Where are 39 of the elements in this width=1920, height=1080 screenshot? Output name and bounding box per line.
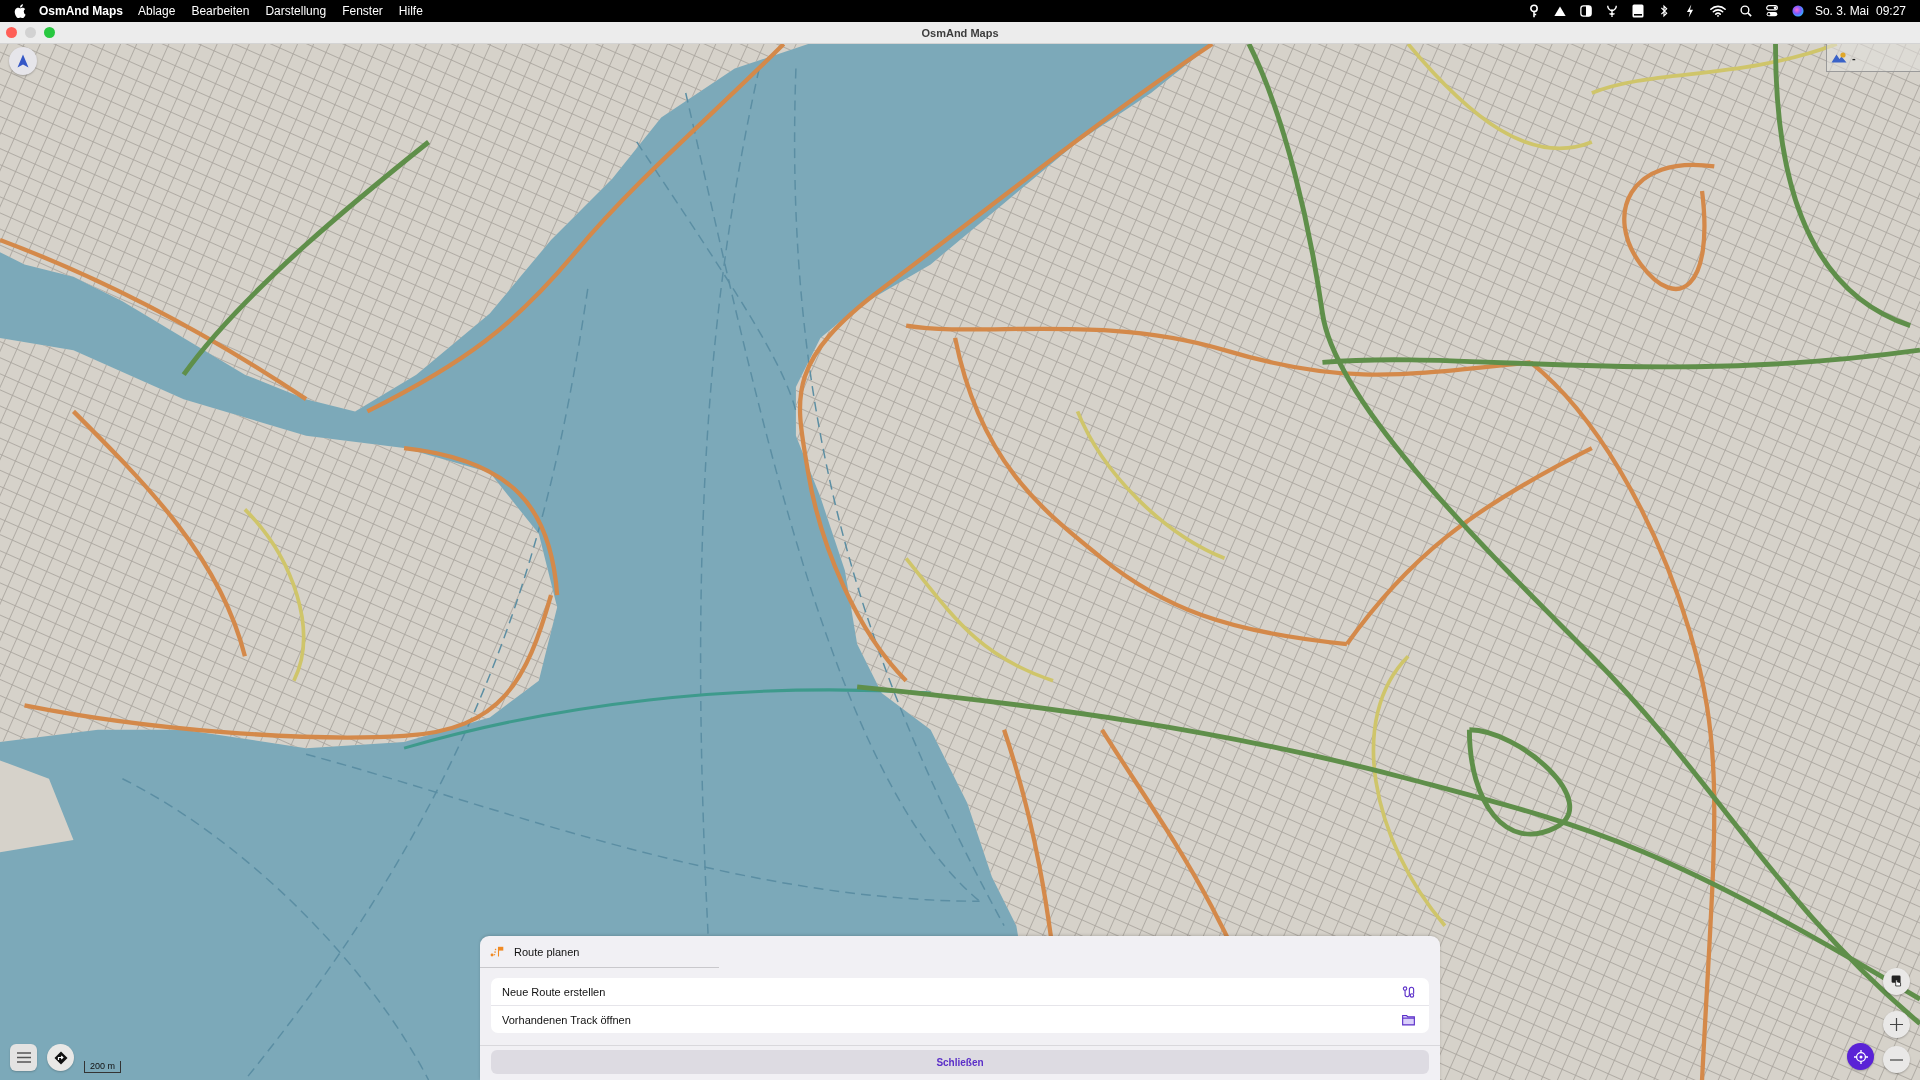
- menu-option[interactable]: Vorhandenen Track öffnen: [491, 1005, 1429, 1033]
- siri-orb-icon[interactable]: [1791, 4, 1804, 18]
- window-close-button[interactable]: [6, 27, 17, 38]
- altitude-value: -: [1852, 51, 1856, 64]
- apple-logo-icon[interactable]: [14, 4, 26, 18]
- menu-bar-time[interactable]: 09:27: [1875, 4, 1906, 18]
- scale-bar: 200 m: [84, 1061, 121, 1073]
- window-title: OsmAnd Maps: [921, 26, 999, 39]
- app-menu[interactable]: OsmAnd Maps: [39, 4, 123, 18]
- drive-icon[interactable]: [1631, 4, 1644, 18]
- menu-item[interactable]: Hilfe: [398, 4, 423, 18]
- crosshair-icon: [1853, 1049, 1868, 1064]
- menu-item[interactable]: Bearbeiten: [191, 4, 250, 18]
- wifi-icon[interactable]: [1709, 5, 1726, 17]
- menu-icon: [16, 1052, 31, 1063]
- folder-icon: [1402, 1013, 1415, 1026]
- sheet-title: Route planen: [514, 945, 580, 958]
- contrast-icon[interactable]: [1579, 4, 1592, 18]
- map-menu-button[interactable]: [10, 1044, 37, 1071]
- triangle-icon[interactable]: [1553, 4, 1566, 18]
- menu-item[interactable]: Darstellung: [265, 4, 327, 18]
- north-arrow-icon: [17, 54, 29, 68]
- menu-option[interactable]: Neue Route erstellen: [491, 978, 1429, 1005]
- altitude-widget[interactable]: -: [1826, 44, 1920, 72]
- menu-bar-date[interactable]: So. 3. Mai: [1814, 4, 1869, 18]
- route-flag-icon: [490, 946, 504, 957]
- minus-icon: [1890, 1058, 1903, 1061]
- menu-item[interactable]: Ablage: [138, 4, 176, 18]
- hand-pointer-icon: [1890, 975, 1903, 988]
- search-icon[interactable]: [1739, 4, 1752, 18]
- plus-icon: [1890, 1018, 1903, 1031]
- keyhole-icon[interactable]: [1527, 4, 1540, 18]
- mountain-icon: [1831, 52, 1847, 63]
- fork-icon[interactable]: [1605, 4, 1618, 18]
- close-sheet-button[interactable]: Schließen: [491, 1050, 1429, 1074]
- route-icon: [1402, 985, 1415, 998]
- toggles-icon[interactable]: [1765, 4, 1778, 18]
- directions-icon: [53, 1050, 68, 1065]
- menu-item[interactable]: Fenster: [342, 4, 383, 18]
